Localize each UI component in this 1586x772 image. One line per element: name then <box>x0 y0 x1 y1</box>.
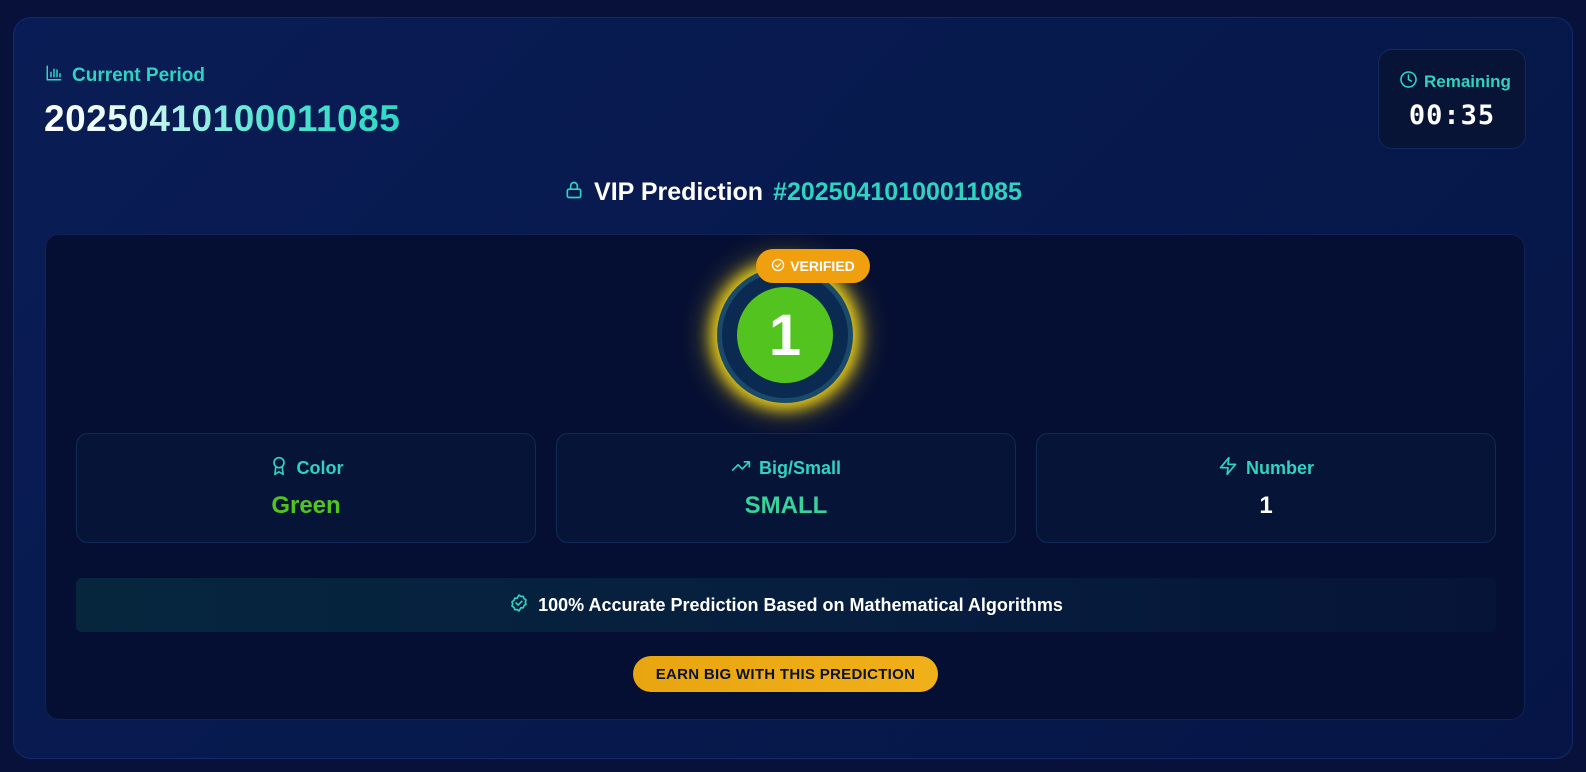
verified-check-icon <box>509 593 529 618</box>
big-small-card: Big/Small SMALL <box>556 433 1016 543</box>
remaining-timer: Remaining 00:35 <box>1378 49 1526 149</box>
vip-period-hash: #20250410100011085 <box>773 178 1022 206</box>
vip-prediction-title: VIP Prediction #20250410100011085 <box>14 178 1572 207</box>
color-label: Color <box>77 456 535 481</box>
result-ball: 1 <box>737 287 833 383</box>
color-card: Color Green <box>76 433 536 543</box>
big-small-label: Big/Small <box>557 456 1015 481</box>
earn-big-button[interactable]: EARN BIG WITH THIS PREDICTION <box>633 656 938 692</box>
lock-icon <box>564 178 584 207</box>
prediction-card: Current Period 20250410100011085 Remaini… <box>13 17 1573 759</box>
current-period-text: Current Period <box>72 65 206 86</box>
number-label-text: Number <box>1245 458 1314 478</box>
remaining-label: Remaining <box>1399 70 1511 94</box>
number-value: 1 <box>1259 492 1273 519</box>
color-value: Green <box>271 492 341 519</box>
period-number: 20250410100011085 <box>44 98 401 139</box>
clock-icon <box>1399 70 1418 94</box>
accuracy-banner: 100% Accurate Prediction Based on Mathem… <box>76 578 1496 632</box>
big-small-label-text: Big/Small <box>758 458 842 478</box>
number-card: Number 1 <box>1036 433 1496 543</box>
vip-title-text: VIP Prediction <box>594 178 764 206</box>
remaining-text: Remaining <box>1424 72 1511 91</box>
lightning-icon <box>1218 456 1238 481</box>
result-ball-ring: 1 <box>717 267 853 403</box>
check-circle-icon <box>771 258 785 275</box>
verified-badge: VERIFIED <box>756 249 870 283</box>
award-icon <box>269 456 289 481</box>
current-period-label: Current Period <box>45 64 205 88</box>
accuracy-text: 100% Accurate Prediction Based on Mathem… <box>538 594 1063 615</box>
color-label-text: Color <box>296 458 344 478</box>
verified-text: VERIFIED <box>790 258 855 274</box>
big-small-value: SMALL <box>744 492 828 519</box>
number-label: Number <box>1037 456 1495 481</box>
bar-chart-icon <box>45 64 63 88</box>
countdown-value: 00:35 <box>1408 100 1496 131</box>
trending-up-icon <box>731 456 751 481</box>
prediction-panel: 1 VERIFIED Color Green Big/Small SMALL N… <box>45 234 1525 720</box>
